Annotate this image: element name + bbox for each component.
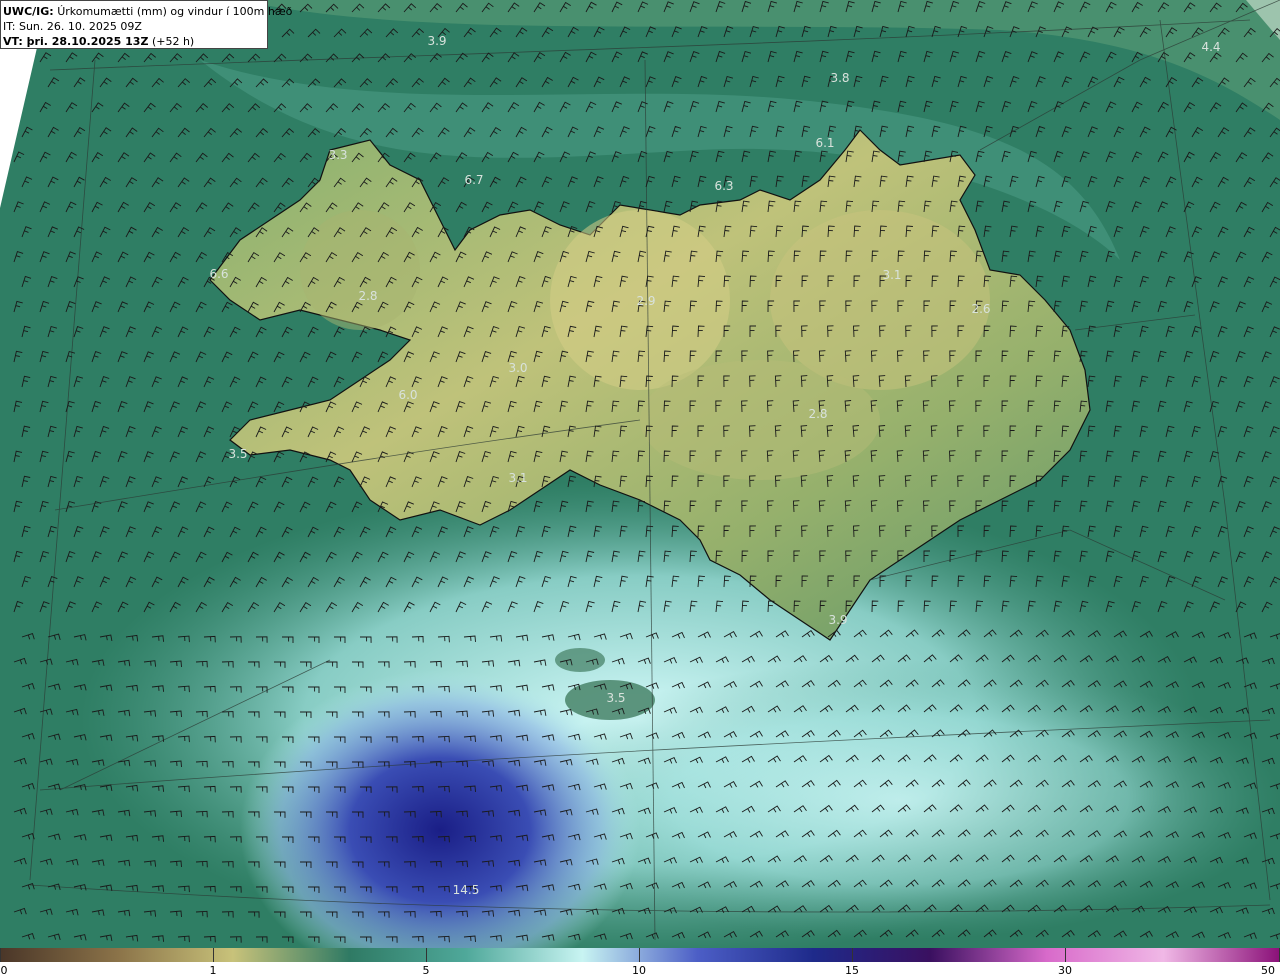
map-header: UWC/IG: Úrkomumætti (mm) og vindur í 100…: [0, 0, 292, 49]
colorbar-tick: 1: [209, 964, 217, 977]
value-label: 6.7: [464, 173, 484, 187]
value-label: 3.1: [508, 471, 528, 485]
value-label: 3.8: [830, 71, 850, 85]
value-label: 3.9: [828, 613, 848, 627]
map-canvas: [0, 0, 1280, 948]
colorbar-tick: 5: [422, 964, 430, 977]
value-label: 2.8: [358, 289, 378, 303]
value-label: 3.5: [228, 447, 248, 461]
value-label: 6.3: [714, 179, 734, 193]
highland-4: [300, 210, 420, 330]
product-description: Úrkomumætti (mm) og vindur í 100m hæð: [57, 5, 293, 18]
value-label: 6.6: [209, 267, 229, 281]
highland-3: [640, 360, 880, 480]
value-label: 4.4: [1201, 40, 1221, 54]
value-label: 3.3: [328, 148, 348, 162]
colorbar-tick: 10: [632, 964, 646, 977]
colorbar-strip: [0, 948, 1280, 962]
value-label: 3.0: [508, 361, 528, 375]
colorbar-tick: 50: [1261, 964, 1275, 977]
island-patch-2: [555, 648, 605, 672]
value-label: 6.1: [815, 136, 835, 150]
colorbar-tick: 0: [0, 964, 8, 977]
product-code: UWC/IG:: [3, 5, 54, 18]
lead-time: (+52 h): [151, 35, 195, 48]
valid-time: VT: þri. 28.10.2025 13Z: [3, 35, 149, 48]
colorbar-tick: 15: [845, 964, 859, 977]
value-label: 3.1: [882, 268, 902, 282]
colorbar: 0 1 5 10 15 30 50: [0, 948, 1280, 978]
value-label: 3.9: [427, 34, 447, 48]
weather-map: UWC/IG: Úrkomumætti (mm) og vindur í 100…: [0, 0, 1280, 948]
value-label: 2.8: [808, 407, 828, 421]
init-time-value: Sun. 26. 10. 2025 09Z: [18, 20, 142, 33]
value-label: 2.6: [971, 302, 991, 316]
init-time-label: IT:: [3, 20, 16, 33]
value-label: 3.5: [606, 691, 626, 705]
colorbar-tick: 30: [1058, 964, 1072, 977]
value-label: 6.0: [398, 388, 418, 402]
value-label: 14.5: [452, 883, 480, 897]
value-label: 2.9: [636, 294, 656, 308]
